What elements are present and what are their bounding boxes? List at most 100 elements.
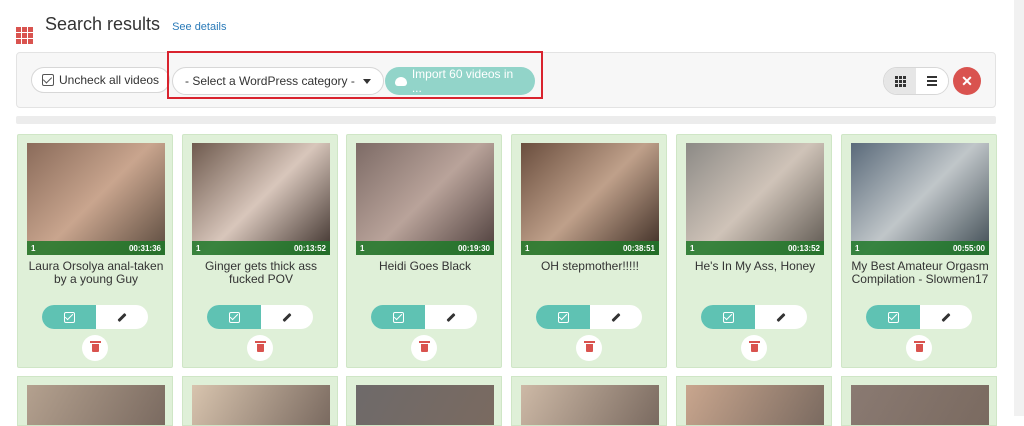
video-thumbnail[interactable]: 1 00:13:52 [686, 143, 824, 255]
edit-video-button[interactable] [96, 305, 148, 329]
video-thumbnail[interactable] [192, 385, 330, 425]
video-thumbnail[interactable] [851, 385, 989, 425]
select-video-button[interactable] [42, 305, 96, 329]
thumbnail-info-bar: 1 00:55:00 [851, 241, 989, 255]
video-actions [42, 305, 148, 329]
video-card [182, 376, 338, 426]
video-title: My Best Amateur Orgasm Compilation - Slo… [851, 259, 989, 286]
delete-video-button[interactable] [741, 335, 767, 361]
import-button[interactable]: Import 60 videos in ... [385, 67, 535, 95]
edit-video-button[interactable] [261, 305, 313, 329]
video-actions [207, 305, 313, 329]
video-count: 1 [196, 243, 201, 253]
video-card: 1 00:13:52 He's In My Ass, Honey [676, 134, 832, 368]
video-count: 1 [690, 243, 695, 253]
video-thumbnail[interactable]: 1 00:38:51 [521, 143, 659, 255]
thumbnail-info-bar: 1 00:13:52 [192, 241, 330, 255]
video-thumbnail[interactable] [686, 385, 824, 425]
video-duration: 00:13:52 [787, 243, 820, 253]
grid-view-icon [894, 75, 906, 87]
delete-video-button[interactable] [576, 335, 602, 361]
import-label: Import 60 videos in ... [411, 67, 514, 95]
video-count: 1 [360, 243, 365, 253]
video-duration: 00:19:30 [457, 243, 490, 253]
close-button[interactable]: ✕ [953, 67, 981, 95]
edit-video-button[interactable] [425, 305, 477, 329]
video-actions [536, 305, 642, 329]
pencil-icon [282, 312, 292, 322]
checkbox-icon [392, 311, 404, 323]
video-duration: 00:38:51 [622, 243, 655, 253]
video-thumbnail[interactable]: 1 00:19:30 [356, 143, 494, 255]
uncheck-all-label: Uncheck all videos [59, 73, 160, 87]
video-card [17, 376, 173, 426]
video-thumbnail[interactable]: 1 00:13:52 [192, 143, 330, 255]
checkbox-icon [63, 311, 75, 323]
video-count: 1 [31, 243, 36, 253]
video-count: 1 [855, 243, 860, 253]
checkbox-icon [228, 311, 240, 323]
delete-video-button[interactable] [247, 335, 273, 361]
view-toggle [883, 67, 949, 95]
thumbnail-info-bar: 1 00:31:36 [27, 241, 165, 255]
video-title: Laura Orsolya anal-taken by a young Guy [28, 259, 164, 286]
trash-icon [913, 341, 925, 352]
thumbnail-info-bar: 1 00:19:30 [356, 241, 494, 255]
select-video-button[interactable] [536, 305, 590, 329]
video-actions [701, 305, 807, 329]
trash-icon [254, 341, 266, 352]
video-card: 1 00:38:51 OH stepmother!!!!! [511, 134, 667, 368]
delete-video-button[interactable] [411, 335, 437, 361]
results-header: Search results See details [16, 14, 227, 44]
thumbnail-info-bar: 1 00:13:52 [686, 241, 824, 255]
trash-icon [418, 341, 430, 352]
video-duration: 00:55:00 [952, 243, 985, 253]
video-count: 1 [525, 243, 530, 253]
video-thumbnail[interactable]: 1 00:31:36 [27, 143, 165, 255]
video-duration: 00:13:52 [293, 243, 326, 253]
video-title: He's In My Ass, Honey [694, 259, 816, 273]
video-thumbnail[interactable] [27, 385, 165, 425]
checkbox-icon [887, 311, 899, 323]
select-video-button[interactable] [371, 305, 425, 329]
video-card [841, 376, 997, 426]
progress-track [16, 116, 996, 124]
pencil-icon [776, 312, 786, 322]
grid-icon [16, 27, 33, 44]
toolbar: Uncheck all videos - Select a WordPress … [16, 51, 996, 108]
select-video-button[interactable] [701, 305, 755, 329]
video-actions [371, 305, 477, 329]
video-card: 1 00:31:36 Laura Orsolya anal-taken by a… [17, 134, 173, 368]
grid-view-button[interactable] [884, 68, 916, 94]
pencil-icon [117, 312, 127, 322]
video-thumbnail[interactable] [356, 385, 494, 425]
see-details-link[interactable]: See details [172, 21, 226, 33]
category-select-value: - Select a WordPress category - [185, 74, 355, 88]
video-thumbnail[interactable]: 1 00:55:00 [851, 143, 989, 255]
video-card [676, 376, 832, 426]
scrollbar[interactable] [1014, 0, 1024, 416]
list-view-button[interactable] [916, 68, 948, 94]
pencil-icon [941, 312, 951, 322]
video-thumbnail[interactable] [521, 385, 659, 425]
thumbnail-info-bar: 1 00:38:51 [521, 241, 659, 255]
close-icon: ✕ [961, 72, 973, 89]
video-duration: 00:31:36 [128, 243, 161, 253]
uncheck-all-button[interactable]: Uncheck all videos [31, 67, 171, 93]
pencil-icon [446, 312, 456, 322]
page-title: Search results [45, 14, 161, 34]
select-video-button[interactable] [207, 305, 261, 329]
checkbox-icon [722, 311, 734, 323]
edit-video-button[interactable] [590, 305, 642, 329]
video-card: 1 00:55:00 My Best Amateur Orgasm Compil… [841, 134, 997, 368]
select-video-button[interactable] [866, 305, 920, 329]
delete-video-button[interactable] [906, 335, 932, 361]
list-view-icon [927, 76, 937, 86]
category-select[interactable]: - Select a WordPress category - [172, 67, 384, 95]
edit-video-button[interactable] [755, 305, 807, 329]
edit-video-button[interactable] [920, 305, 972, 329]
delete-video-button[interactable] [82, 335, 108, 361]
trash-icon [89, 341, 101, 352]
video-title: Heidi Goes Black [378, 259, 472, 273]
checkbox-icon [42, 74, 54, 86]
